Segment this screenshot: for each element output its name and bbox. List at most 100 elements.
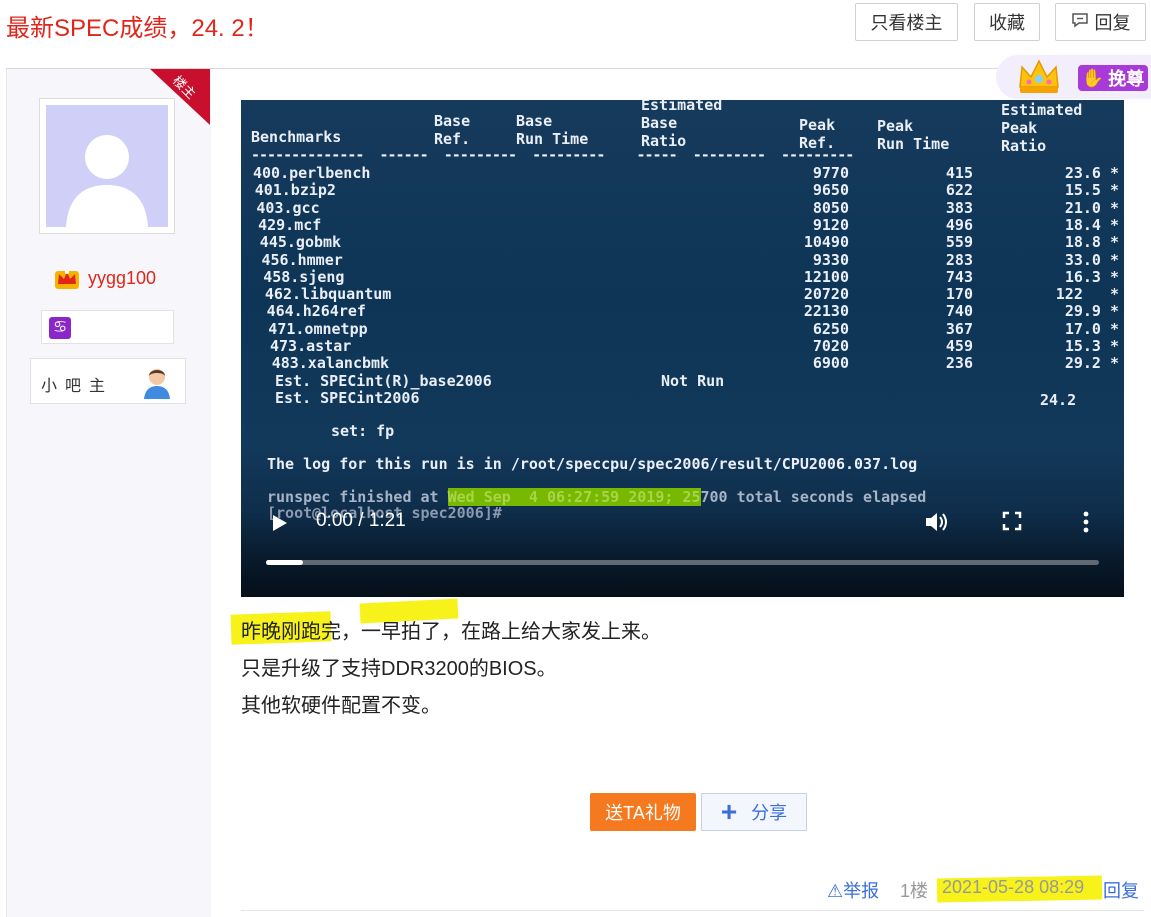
log-line: The log for this run is in /root/speccpu… xyxy=(267,455,918,473)
benchmark-run: 740 xyxy=(945,302,973,321)
benchmark-run: 459 xyxy=(945,337,973,355)
benchmark-name: 456.hmmer xyxy=(261,250,343,269)
not-run: Not Run xyxy=(661,372,725,390)
send-gift-button[interactable]: 送TA礼物 xyxy=(590,793,696,831)
vip-support-widget[interactable]: ✋ 挽尊 xyxy=(996,55,1151,99)
default-avatar-icon xyxy=(66,135,148,227)
benchmark-name: 471.omnetpp xyxy=(268,319,368,338)
thread-title: 最新SPEC成绩，24. 2！ xyxy=(6,15,269,42)
benchmark-run: 236 xyxy=(945,354,973,373)
benchmark-run: 283 xyxy=(945,250,973,269)
benchmark-run: 367 xyxy=(945,319,973,338)
reply-link[interactable]: 回复 xyxy=(1103,877,1139,903)
col-base-run: Base Run Time xyxy=(516,112,589,148)
post-content: 昨晚刚跑完，一早拍了，在路上给大家发上来。 只是升级了支持DDR3200的BIO… xyxy=(241,614,661,725)
gold-crown-icon xyxy=(1016,57,1062,97)
video-progress-bar[interactable] xyxy=(266,560,1099,565)
set-line: set: fp xyxy=(331,422,395,440)
volume-icon[interactable] xyxy=(924,510,950,534)
col-base-ref: Base Ref. xyxy=(434,112,471,148)
benchmark-ratio: 33.0 * xyxy=(1064,250,1119,269)
favorite-button[interactable]: 收藏 xyxy=(974,3,1040,41)
benchmark-name: 464.h264ref xyxy=(266,302,366,321)
benchmark-ref: 20720 xyxy=(803,285,849,304)
est-value: 24.2 xyxy=(1040,391,1077,409)
benchmark-ref: 10490 xyxy=(803,233,849,252)
benchmark-ref: 8050 xyxy=(812,198,849,217)
report-link[interactable]: ⚠举报 xyxy=(827,877,879,903)
benchmark-ratio: 23.6 * xyxy=(1064,164,1119,182)
benchmark-name: 458.sjeng xyxy=(263,267,345,286)
fullscreen-icon[interactable] xyxy=(1001,510,1023,532)
benchmark-ratio: 15.3 * xyxy=(1064,337,1119,355)
post-line: 其他软硬件配置不变。 xyxy=(241,695,441,717)
post-datetime: 2021-05-28 08:29 xyxy=(942,877,1085,897)
benchmark-run: 559 xyxy=(945,233,973,252)
only-op-label: 只看楼主 xyxy=(870,13,943,33)
benchmark-ref: 9330 xyxy=(812,250,849,269)
footer-divider xyxy=(241,910,1144,911)
benchmark-ratio: 21.0 * xyxy=(1064,198,1119,217)
benchmark-ref: 6900 xyxy=(812,354,849,373)
col-est-peak: Estimated Peak Ratio xyxy=(1001,101,1083,155)
role-label: 小吧主 xyxy=(41,378,114,395)
benchmark-name: 445.gobmk xyxy=(259,233,342,252)
author-name[interactable]: yygg100 xyxy=(88,268,156,289)
benchmark-name: 429.mcf xyxy=(258,215,322,234)
reply-button[interactable]: 回复 xyxy=(1055,3,1146,41)
member-crown-icon xyxy=(54,266,80,290)
benchmark-run: 170 xyxy=(945,285,973,304)
only-op-button[interactable]: 只看楼主 xyxy=(855,3,958,41)
comment-icon xyxy=(1071,12,1089,33)
video-time: 0:00 / 1:21 xyxy=(316,510,406,531)
benchmark-run: 743 xyxy=(945,267,973,286)
benchmark-ref: 12100 xyxy=(803,267,849,286)
benchmark-ref: 9770 xyxy=(812,164,849,182)
benchmark-run: 415 xyxy=(945,164,973,182)
benchmark-run: 383 xyxy=(945,198,973,217)
benchmark-ref: 7020 xyxy=(812,337,849,355)
benchmark-run: 622 xyxy=(945,181,973,200)
share-button[interactable]: + 分享 xyxy=(701,793,807,831)
benchmark-name: 473.astar xyxy=(270,337,352,355)
benchmark-ref: 22130 xyxy=(803,302,849,321)
benchmark-ratio: 122 * xyxy=(1055,285,1119,304)
benchmark-ratio: 29.9 * xyxy=(1064,302,1119,321)
author-name-row[interactable]: yygg100 xyxy=(54,266,156,290)
warning-icon: ⚠ xyxy=(827,881,844,901)
benchmark-run: 496 xyxy=(945,215,973,234)
benchmark-ratio: 29.2 * xyxy=(1064,354,1119,373)
zodiac-badge-box: ♋ xyxy=(41,310,174,344)
report-label: 举报 xyxy=(843,881,880,901)
est-line: Est. SPECint2006 xyxy=(275,389,420,407)
benchmark-name: 400.perlbench xyxy=(253,164,371,182)
role-badge: 小吧主 xyxy=(30,358,186,404)
benchmark-ref: 9650 xyxy=(812,181,849,200)
cancer-zodiac-icon: ♋ xyxy=(49,317,71,339)
benchmark-name: 483.xalancbmk xyxy=(271,354,390,373)
favorite-label: 收藏 xyxy=(989,13,1025,33)
benchmark-ref: 9120 xyxy=(812,215,849,234)
plus-icon: + xyxy=(720,796,738,827)
reply-label: 回复 xyxy=(1094,13,1131,33)
video-player[interactable]: Benchmarks Base Ref. Base Run Time Estim… xyxy=(241,100,1124,597)
benchmark-name: 403.gcc xyxy=(256,198,320,217)
vip-tag[interactable]: ✋ 挽尊 xyxy=(1078,65,1148,91)
play-icon[interactable] xyxy=(268,512,290,534)
thumbs-icon: ✋ xyxy=(1081,67,1105,88)
benchmark-ratio: 16.3 * xyxy=(1064,267,1119,286)
benchmark-name: 462.libquantum xyxy=(264,285,392,304)
col-peak-run: Peak Run Time xyxy=(877,117,950,153)
benchmark-ratio: 17.0 * xyxy=(1064,319,1119,338)
avatar[interactable] xyxy=(39,98,175,234)
post-line: 只是升级了支持DDR3200的BIOS。 xyxy=(241,658,557,680)
send-gift-label: 送TA礼物 xyxy=(605,803,681,823)
col-benchmarks: Benchmarks xyxy=(251,128,342,146)
benchmark-ratio: 15.5 * xyxy=(1064,181,1119,200)
col-est-base: Estimated Base Ratio xyxy=(641,100,723,150)
benchmark-ratio: 18.4 * xyxy=(1064,215,1119,234)
share-label: 分享 xyxy=(751,803,788,823)
more-options-icon[interactable] xyxy=(1081,510,1091,534)
est-base-line: Est. SPECint(R)_base2006 xyxy=(275,372,492,390)
video-progress-fill xyxy=(266,560,304,565)
